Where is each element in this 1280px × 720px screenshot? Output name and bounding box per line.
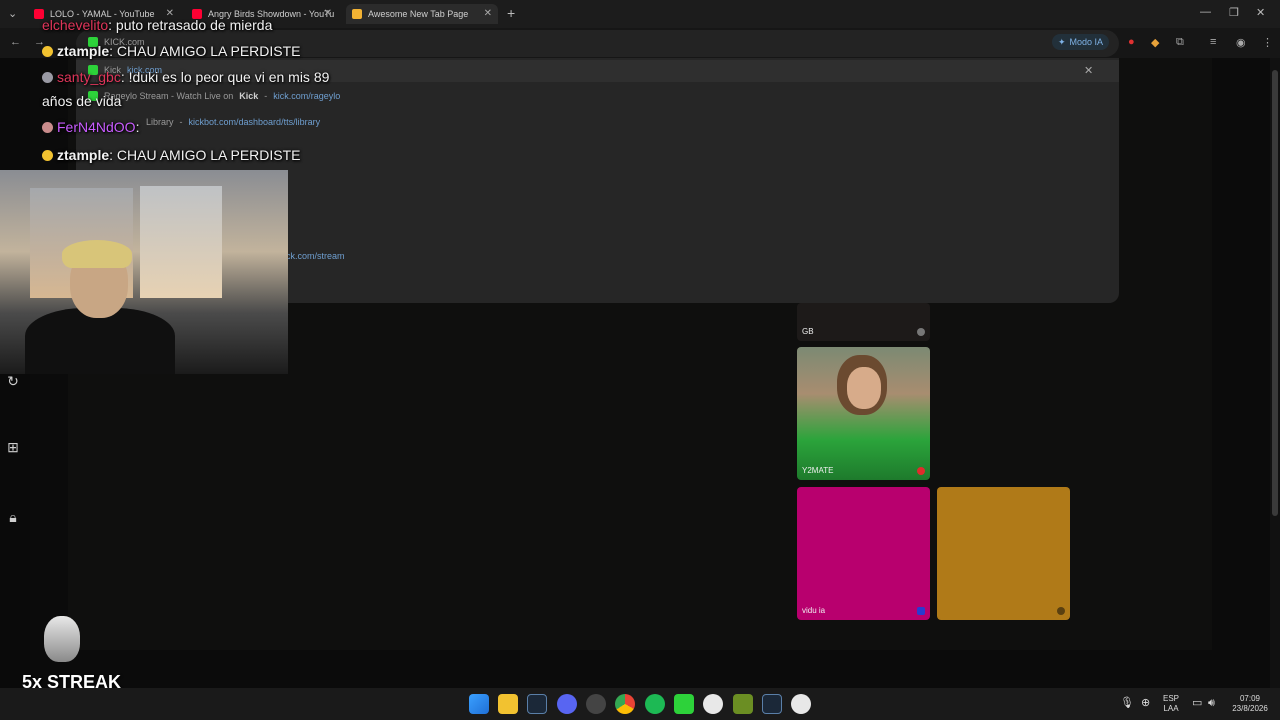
minimize-icon[interactable]: — bbox=[1200, 6, 1211, 18]
chrome-icon[interactable] bbox=[615, 694, 635, 714]
ai-mode-button[interactable]: ✦ Modo IA bbox=[1052, 34, 1110, 50]
microphone-icon[interactable]: 🎙︎ bbox=[1120, 698, 1134, 709]
badge-icon bbox=[42, 122, 53, 133]
volume-icon[interactable]: 🔊︎ bbox=[1208, 698, 1215, 709]
grid-icon bbox=[352, 9, 362, 19]
suggestion-row[interactable]: ck.com/stream bbox=[286, 246, 345, 266]
tile-label: Y2MATE bbox=[802, 466, 834, 475]
clock[interactable]: 07:09 23/8/2026 bbox=[1228, 694, 1272, 714]
chat-message: santy_gbc: !duki es lo peor que vi en mi… bbox=[42, 64, 329, 90]
chat-continuation: años de vida bbox=[42, 93, 122, 109]
language-indicator[interactable]: ESP LAA bbox=[1163, 694, 1179, 714]
badge-icon bbox=[42, 72, 53, 83]
chat-message: elchevelito: puto retrasado de mierda bbox=[42, 12, 272, 38]
ai-mode-label: Modo IA bbox=[1069, 37, 1104, 47]
chat-username: santy_gbc bbox=[57, 69, 121, 85]
close-tab-icon[interactable]: ✕ bbox=[484, 8, 492, 19]
steam-icon[interactable] bbox=[527, 694, 547, 714]
shortcut-tile-unnamed[interactable] bbox=[937, 487, 1070, 620]
tile-label: vidu ia bbox=[802, 606, 826, 615]
network-icon[interactable]: ⊕ bbox=[1141, 698, 1150, 709]
windows-start-icon[interactable] bbox=[469, 694, 489, 714]
chat-text: : CHAU AMIGO LA PERDISTE bbox=[109, 147, 301, 163]
close-tab-icon[interactable]: ✕ bbox=[324, 8, 332, 19]
chat-username: FerN4NdOO bbox=[57, 119, 136, 135]
suggestion-title: Rageylo Stream - Watch Live on bbox=[104, 91, 234, 101]
page-scrollbar[interactable] bbox=[1270, 58, 1280, 688]
badge-icon bbox=[42, 46, 53, 57]
restore-icon[interactable]: ❐ bbox=[1229, 6, 1239, 19]
clock-time: 07:09 bbox=[1239, 694, 1261, 703]
tile-label: GB bbox=[802, 327, 814, 336]
badge-icon bbox=[42, 150, 53, 161]
photo-face bbox=[847, 367, 881, 409]
suggestion-url: kickbot.com/dashboard/tts/library bbox=[188, 117, 321, 127]
screen: ⌄ LOLO - YAMAL - YouTube ✕ Angry Birds S… bbox=[0, 0, 1280, 720]
suggestion-row[interactable]: Library - kickbot.com/dashboard/tts/libr… bbox=[146, 112, 320, 132]
shortcut-tile-y2mate[interactable]: Y2MATE bbox=[797, 347, 930, 480]
person-cap bbox=[62, 240, 132, 268]
window-right bbox=[140, 186, 222, 298]
tab-awesome-new-tab[interactable]: Awesome New Tab Page ✕ bbox=[346, 4, 498, 24]
spotify-icon[interactable] bbox=[645, 694, 665, 714]
ccleaner-icon[interactable] bbox=[703, 694, 723, 714]
steam-icon[interactable] bbox=[762, 694, 782, 714]
tab-search-icon[interactable]: ⌄ bbox=[8, 7, 17, 20]
windows-taskbar: 🎙︎ ⊕ ESP LAA ▭ 🔊︎ 07:09 23/8/2026 bbox=[0, 688, 1280, 720]
file-explorer-icon[interactable] bbox=[498, 694, 518, 714]
chat-username: ztample bbox=[57, 147, 110, 163]
app-icon[interactable] bbox=[586, 694, 606, 714]
suggestion-title: Library bbox=[146, 117, 174, 127]
display-icon[interactable]: ▭ bbox=[1192, 698, 1202, 709]
scrollbar-thumb[interactable] bbox=[1272, 70, 1278, 516]
suggestion-url: ck.com/stream bbox=[286, 251, 345, 261]
extensions-puzzle-icon[interactable]: ⧉ bbox=[1176, 36, 1184, 49]
shortcut-tile-gb[interactable]: GB bbox=[797, 303, 930, 341]
menu-dots-icon[interactable]: ⋮ bbox=[1262, 36, 1273, 49]
history-icon[interactable]: ↻ bbox=[4, 372, 22, 390]
language-code: ESP bbox=[1163, 694, 1180, 703]
tab-label: Awesome New Tab Page bbox=[368, 9, 469, 19]
new-tab-button[interactable]: + bbox=[507, 5, 515, 21]
site-icon bbox=[917, 467, 925, 475]
shortcut-tile-vidu-ia[interactable]: vidu ia bbox=[797, 487, 930, 620]
discord-icon[interactable] bbox=[557, 694, 577, 714]
sparkle-icon: ✦ bbox=[1058, 36, 1066, 47]
skull-icon bbox=[44, 616, 80, 662]
kick-icon[interactable] bbox=[674, 694, 694, 714]
close-icon[interactable]: ✕ bbox=[1084, 64, 1093, 77]
site-icon bbox=[1057, 607, 1065, 615]
chat-username: ztample bbox=[57, 43, 110, 59]
extension-record-icon[interactable]: ● bbox=[1128, 36, 1135, 48]
media-controls-icon[interactable]: ≡ bbox=[1210, 36, 1216, 48]
add-icon[interactable]: ⊞ bbox=[4, 438, 22, 456]
chat-text: : !duki es lo peor que vi en mis 89 bbox=[120, 69, 330, 85]
chat-message: ztample: CHAU AMIGO LA PERDISTE bbox=[42, 38, 301, 64]
extension-icon[interactable]: ◆ bbox=[1151, 36, 1159, 49]
chat-message: FerN4NdOO: bbox=[42, 114, 139, 140]
chat-username: elchevelito bbox=[42, 17, 109, 33]
suggestion-url: kick.com/rageylo bbox=[273, 91, 341, 101]
site-icon bbox=[917, 328, 925, 336]
chat-text: : CHAU AMIGO LA PERDISTE bbox=[109, 43, 301, 59]
suggestion-title-bold: Kick bbox=[239, 91, 259, 101]
webcam-overlay bbox=[0, 170, 288, 374]
lock-icon[interactable]: 🔒︎ bbox=[4, 508, 22, 526]
ccleaner-icon[interactable] bbox=[791, 694, 811, 714]
clock-date: 23/8/2026 bbox=[1232, 704, 1268, 713]
back-icon[interactable]: ← bbox=[10, 36, 21, 48]
close-window-icon[interactable]: ✕ bbox=[1256, 6, 1265, 19]
chat-message: ztample: CHAU AMIGO LA PERDISTE bbox=[42, 142, 301, 168]
minecraft-icon[interactable] bbox=[733, 694, 753, 714]
chat-text: : puto retrasado de mierda bbox=[108, 17, 273, 33]
profile-avatar-icon[interactable]: ◉ bbox=[1236, 36, 1246, 49]
keyboard-layout: LAA bbox=[1163, 704, 1179, 713]
chat-text: : bbox=[135, 119, 140, 135]
site-icon bbox=[917, 607, 925, 615]
